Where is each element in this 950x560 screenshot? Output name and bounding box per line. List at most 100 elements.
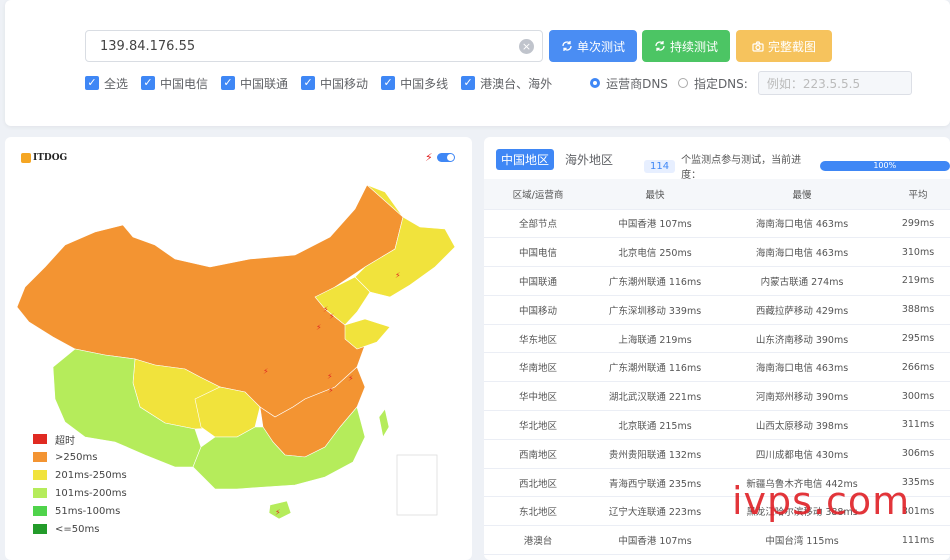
- camera-icon: [752, 40, 764, 52]
- cell-slowest: 山西太原移动 398ms: [718, 410, 886, 440]
- checkbox-hk-overseas[interactable]: ✓ 港澳台、海外: [461, 75, 552, 92]
- legend-swatch: [33, 524, 47, 534]
- checkbox-multiline[interactable]: ✓ 中国多线: [381, 75, 448, 92]
- header-slowest[interactable]: 最慢: [718, 179, 886, 210]
- header-fastest[interactable]: 最快: [592, 179, 718, 210]
- checkbox-check-icon: ✓: [381, 76, 396, 90]
- cell-slowest: 海南海口电信 463ms: [718, 209, 886, 239]
- table-header-row: 区域/运营商 最快 最慢 平均: [484, 179, 950, 210]
- map-region-shandong: [344, 318, 391, 350]
- cell-average: 299ms: [886, 209, 950, 239]
- lightning-icon: ⚡: [425, 151, 433, 164]
- map-region-taiwan: [378, 408, 390, 438]
- legend-item: >250ms: [33, 448, 127, 466]
- cell-average: 295ms: [886, 324, 950, 354]
- dns-input[interactable]: 例如：223.5.5.5: [757, 71, 912, 95]
- cell-fastest: 青海西宁联通 235ms: [592, 468, 718, 498]
- continuous-test-label: 持续测试: [669, 39, 718, 54]
- ip-input-value[interactable]: 139.84.176.55: [100, 39, 195, 54]
- results-panel: 中国地区 海外地区 114 个监测点参与测试，当前进度： 100% 区域/运营商…: [484, 137, 950, 560]
- timeout-marker: ⚡: [328, 386, 334, 395]
- single-test-label: 单次测试: [576, 39, 625, 54]
- table-row: 中国联通 广东潮州联通 116ms 内蒙古联通 274ms 219ms: [484, 266, 950, 296]
- close-circle-icon[interactable]: ×: [519, 39, 534, 54]
- cell-average: 306ms: [886, 439, 950, 469]
- checkbox-label: 中国多线: [400, 76, 449, 91]
- south-china-sea-inset: [396, 454, 438, 516]
- node-count-badge: 114: [644, 159, 676, 173]
- cell-fastest: 贵州贵阳联通 132ms: [592, 439, 718, 469]
- cell-region: 华中地区: [484, 381, 592, 412]
- table-row: 华东地区 上海联通 219ms 山东济南移动 390ms 295ms: [484, 324, 950, 354]
- table-row: 华北地区 北京联通 215ms 山西太原移动 398ms 311ms: [484, 410, 950, 440]
- cell-region: 中国联通: [484, 266, 592, 296]
- progress-fill: 100%: [819, 161, 950, 171]
- timeout-marker: ⚡: [275, 508, 281, 517]
- tab-china[interactable]: 中国地区: [496, 149, 555, 170]
- cell-fastest: 上海联通 219ms: [592, 324, 718, 354]
- cell-slowest: 山东济南移动 390ms: [718, 324, 886, 354]
- checkbox-check-icon: ✓: [85, 76, 99, 90]
- checkbox-select-all[interactable]: ✓ 全选: [85, 75, 128, 92]
- table-row: 中国电信 北京电信 250ms 海南海口电信 463ms 310ms: [484, 237, 950, 268]
- checkbox-mobile[interactable]: ✓ 中国移动: [301, 75, 368, 92]
- cell-average: 111ms: [886, 525, 950, 556]
- table-row: 西南地区 贵州贵阳联通 132ms 四川成都电信 430ms 306ms: [484, 439, 950, 469]
- cell-fastest: 湖北武汉联通 221ms: [592, 381, 718, 412]
- legend-item: 超时: [33, 430, 127, 448]
- checkbox-unicom[interactable]: ✓ 中国联通: [221, 75, 288, 92]
- continuous-test-button[interactable]: 持续测试: [642, 30, 730, 62]
- itdog-logo: ITDOG: [21, 153, 67, 163]
- cell-fastest: 北京联通 215ms: [592, 410, 718, 440]
- progress-area: 114 个监测点参与测试，当前进度： 100%: [644, 151, 950, 181]
- legend-swatch: [33, 506, 47, 516]
- timeout-marker: ⚡: [348, 374, 354, 383]
- progress-bar: 100%: [819, 161, 950, 171]
- legend-swatch: [33, 470, 47, 480]
- legend-item: 51ms-100ms: [33, 502, 127, 520]
- single-test-button[interactable]: 单次测试: [549, 30, 637, 62]
- header-region[interactable]: 区域/运营商: [484, 179, 592, 210]
- map-timeout-toggle[interactable]: ⚡: [425, 151, 455, 164]
- checkbox-telecom[interactable]: ✓ 中国电信: [141, 75, 208, 92]
- radio-operator-dns[interactable]: 运营商DNS: [590, 75, 668, 92]
- test-control-panel: 139.84.176.55 × 单次测试 持续测试 完整截图 ✓ 全选 ✓ 中国电信…: [5, 0, 950, 126]
- legend-label: <=50ms: [55, 523, 100, 535]
- radio-custom-dns[interactable]: 指定DNS:: [677, 75, 748, 92]
- full-screenshot-label: 完整截图: [767, 39, 816, 54]
- cell-slowest: 中国台湾 115ms: [718, 525, 886, 556]
- full-screenshot-button[interactable]: 完整截图: [736, 30, 832, 62]
- cell-average: 300ms: [886, 381, 950, 412]
- checkbox-check-icon: ✓: [301, 76, 316, 90]
- timeout-marker: ⚡: [329, 312, 335, 321]
- legend-swatch: [33, 452, 47, 462]
- checkbox-label: 中国联通: [240, 76, 289, 91]
- dns-input-placeholder: 例如：223.5.5.5: [766, 76, 861, 91]
- tab-overseas[interactable]: 海外地区: [560, 149, 618, 170]
- cell-slowest: 内蒙古联通 274ms: [718, 266, 886, 296]
- cell-slowest: 海南海口电信 463ms: [718, 237, 886, 268]
- radio-selected-icon: [590, 78, 601, 88]
- radio-label: 运营商DNS: [606, 76, 668, 91]
- latency-map-panel: ⚡ ⚡ ⚡ ⚡ ⚡ ⚡ ⚡ ⚡ ⚡ ITDOG ⚡ 超时 >250ms 201m…: [5, 137, 472, 560]
- checkbox-label: 中国电信: [160, 76, 209, 91]
- legend-label: >250ms: [55, 451, 98, 463]
- timeout-marker: ⚡: [395, 271, 401, 280]
- checkbox-check-icon: ✓: [461, 76, 476, 90]
- timeout-marker: ⚡: [323, 305, 329, 314]
- cell-average: 219ms: [886, 266, 950, 296]
- cell-fastest: 北京电信 250ms: [592, 237, 718, 268]
- checkbox-check-icon: ✓: [141, 76, 156, 90]
- legend-swatch: [33, 488, 47, 498]
- toggle-switch[interactable]: [436, 153, 455, 162]
- header-average[interactable]: 平均: [886, 179, 950, 210]
- cell-slowest: 河南郑州移动 390ms: [718, 381, 886, 412]
- cell-region: 中国移动: [484, 295, 592, 325]
- refresh-icon: [562, 41, 572, 51]
- legend-label: 51ms-100ms: [55, 505, 121, 517]
- ip-input[interactable]: 139.84.176.55 ×: [85, 30, 543, 62]
- timeout-marker: ⚡: [316, 323, 322, 332]
- cell-fastest: 广东深圳移动 339ms: [592, 295, 718, 325]
- table-row: 全部节点 中国香港 107ms 海南海口电信 463ms 299ms: [484, 209, 950, 239]
- table-row: 华中地区 湖北武汉联通 221ms 河南郑州移动 390ms 300ms: [484, 381, 950, 412]
